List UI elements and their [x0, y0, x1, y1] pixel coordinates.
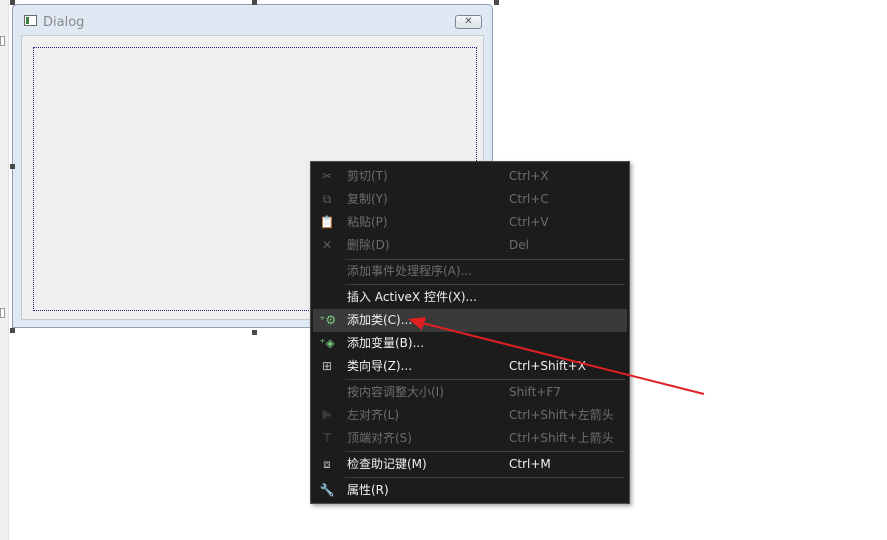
arrow-head: [408, 317, 426, 330]
annotation-arrow: [408, 317, 705, 395]
arrow-shaft: [417, 321, 705, 395]
